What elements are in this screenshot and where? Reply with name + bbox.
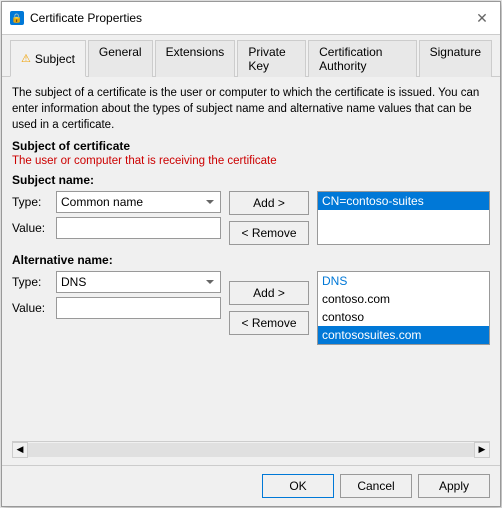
alt-value-row: Value:: [12, 297, 221, 319]
alt-action-buttons: Add > < Remove: [225, 271, 313, 345]
alt-type-row: Type: DNS Email UPN URL IP address: [12, 271, 221, 293]
subject-left-panel: Type: Common name Organization Organizat…: [12, 191, 221, 245]
alt-value-label: Value:: [12, 301, 50, 315]
alt-list-header: DNS: [318, 272, 489, 290]
subject-remove-button[interactable]: < Remove: [229, 221, 309, 245]
alt-remove-button[interactable]: < Remove: [229, 311, 309, 335]
subject-value-row: Value:: [12, 217, 221, 239]
alt-list[interactable]: DNS contoso.com contoso contososuites.co…: [317, 271, 490, 345]
dialog-icon: 🔒: [10, 11, 24, 25]
scroll-left-arrow[interactable]: ◀: [12, 442, 28, 458]
tab-general-label: General: [99, 45, 142, 59]
subject-type-select[interactable]: Common name Organization Organizational …: [56, 191, 221, 213]
alt-left-panel: Type: DNS Email UPN URL IP address Value…: [12, 271, 221, 345]
alt-list-item-2[interactable]: contoso: [318, 308, 489, 326]
description-text: The subject of a certificate is the user…: [12, 85, 490, 133]
apply-button[interactable]: Apply: [418, 474, 490, 498]
tab-signature-label: Signature: [430, 45, 481, 59]
tab-certification-authority[interactable]: Certification Authority: [308, 40, 417, 77]
title-bar-left: 🔒 Certificate Properties: [10, 11, 142, 25]
subject-name-label: Subject name:: [12, 173, 490, 187]
subject-list-item[interactable]: CN=contoso-suites: [318, 192, 489, 210]
alt-name-section: Alternative name: Type: DNS Email UPN UR…: [12, 253, 490, 349]
tab-signature[interactable]: Signature: [419, 40, 492, 77]
tab-extensions[interactable]: Extensions: [155, 40, 236, 77]
alt-name-row: Type: DNS Email UPN URL IP address Value…: [12, 271, 490, 345]
tab-cert-authority-label: Certification Authority: [319, 45, 382, 73]
subject-list-panel: CN=contoso-suites: [317, 191, 490, 245]
subject-action-buttons: Add > < Remove: [225, 191, 313, 245]
certificate-properties-dialog: 🔒 Certificate Properties ✕ ⚠ Subject Gen…: [1, 1, 501, 507]
title-bar: 🔒 Certificate Properties ✕: [2, 2, 500, 35]
section-title: Subject of certificate: [12, 139, 490, 153]
subject-list[interactable]: CN=contoso-suites: [317, 191, 490, 245]
ok-button[interactable]: OK: [262, 474, 334, 498]
scroll-right-arrow[interactable]: ▶: [474, 442, 490, 458]
tab-private-key-label: Private Key: [248, 45, 285, 73]
alt-list-item-3[interactable]: contososuites.com: [318, 326, 489, 344]
tab-private-key[interactable]: Private Key: [237, 40, 306, 77]
alt-add-button[interactable]: Add >: [229, 281, 309, 305]
scroll-track[interactable]: [28, 443, 474, 457]
tab-content: The subject of a certificate is the user…: [2, 77, 500, 465]
warning-icon: ⚠: [21, 52, 31, 65]
alt-list-item-1[interactable]: contoso.com: [318, 290, 489, 308]
cancel-button[interactable]: Cancel: [340, 474, 412, 498]
tab-subject[interactable]: ⚠ Subject: [10, 40, 86, 77]
subject-name-row: Type: Common name Organization Organizat…: [12, 191, 490, 245]
section-subtitle: The user or computer that is receiving t…: [12, 155, 490, 167]
subject-name-section: Subject name: Type: Common name Organiza…: [12, 173, 490, 249]
tab-extensions-label: Extensions: [166, 45, 225, 59]
subject-add-button[interactable]: Add >: [229, 191, 309, 215]
alt-type-label: Type:: [12, 275, 50, 289]
tab-general[interactable]: General: [88, 40, 153, 77]
subject-type-label: Type:: [12, 195, 50, 209]
subject-value-input[interactable]: [56, 217, 221, 239]
alt-type-select[interactable]: DNS Email UPN URL IP address: [56, 271, 221, 293]
horizontal-scrollbar[interactable]: ◀ ▶: [12, 441, 490, 457]
tab-bar: ⚠ Subject General Extensions Private Key…: [2, 35, 500, 77]
bottom-bar: OK Cancel Apply: [2, 465, 500, 506]
main-sections: Subject name: Type: Common name Organiza…: [12, 173, 490, 439]
subject-type-row: Type: Common name Organization Organizat…: [12, 191, 221, 213]
dialog-title: Certificate Properties: [30, 11, 142, 25]
tab-subject-label: Subject: [35, 52, 75, 66]
close-button[interactable]: ✕: [472, 8, 492, 28]
alt-value-input[interactable]: [56, 297, 221, 319]
alt-list-panel: DNS contoso.com contoso contososuites.co…: [317, 271, 490, 345]
subject-value-label: Value:: [12, 221, 50, 235]
alt-name-label: Alternative name:: [12, 253, 490, 267]
